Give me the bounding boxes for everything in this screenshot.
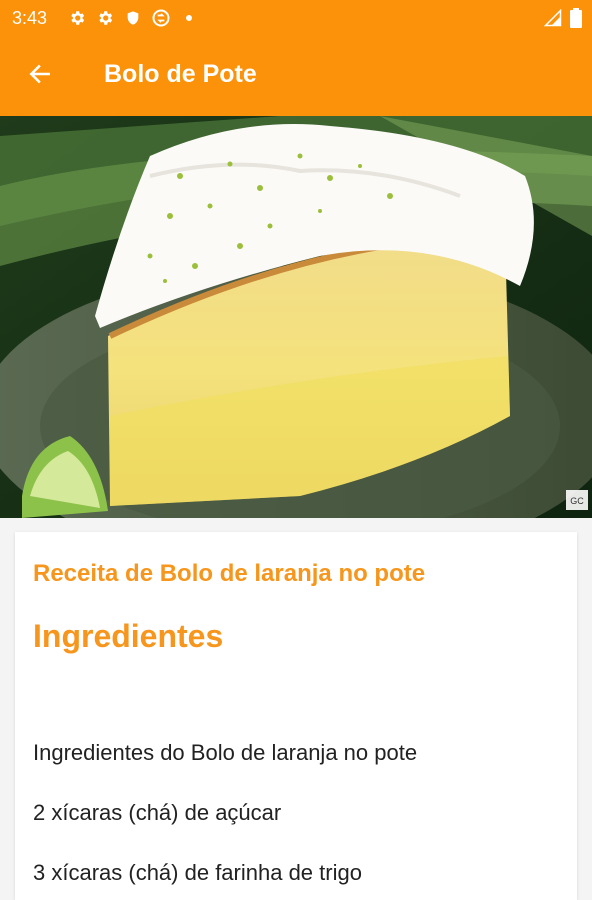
dot-icon (178, 7, 200, 29)
shield-icon (122, 7, 144, 29)
status-icons-right (543, 8, 582, 33)
recipe-content-card: Receita de Bolo de laranja no pote Ingre… (15, 532, 577, 900)
app-bar: Bolo de Pote (0, 36, 592, 116)
arrow-left-icon (27, 61, 53, 92)
recipe-hero-image: GC (0, 116, 592, 518)
battery-icon (570, 8, 582, 33)
ingredient-item: 2 xícaras (chá) de açúcar (33, 800, 282, 825)
recipe-title: Receita de Bolo de laranja no pote (33, 560, 426, 587)
ingredient-item: 3 xícaras (chá) de farinha de trigo (33, 860, 362, 885)
gear-icon (66, 7, 88, 29)
status-icons-left (66, 7, 200, 29)
sync-icon (150, 7, 172, 29)
gear-icon (94, 7, 116, 29)
signal-icon (543, 8, 562, 32)
ingredient-item: Ingredientes do Bolo de laranja no pote (33, 740, 418, 765)
watermark-text: GC (570, 496, 584, 506)
ingredients-heading: Ingredientes (33, 618, 224, 654)
app-title: Bolo de Pote (104, 60, 257, 88)
status-bar: 3:43 (0, 0, 592, 36)
status-time: 3:43 (12, 8, 48, 28)
back-button[interactable] (20, 56, 60, 96)
